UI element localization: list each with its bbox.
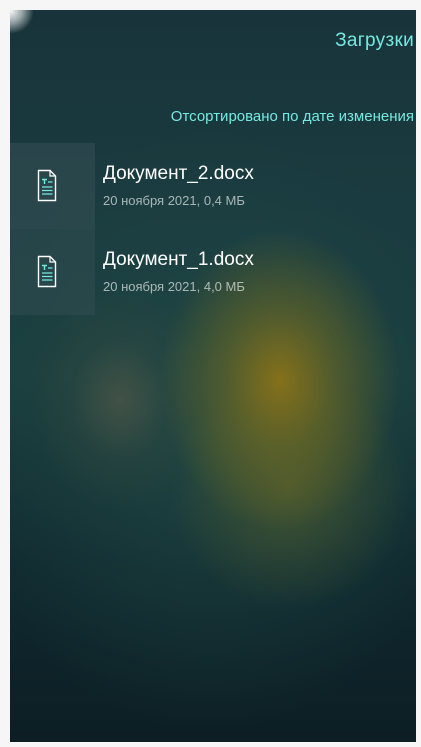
pulley-glow <box>10 10 34 34</box>
file-list: Документ_2.docx 20 ноября 2021, 0,4 МБ Д… <box>10 143 416 315</box>
file-item[interactable]: Документ_2.docx 20 ноября 2021, 0,4 МБ <box>10 143 416 229</box>
file-thumbnail <box>10 229 95 315</box>
page-title: Загрузки <box>335 30 414 51</box>
document-icon <box>37 255 57 288</box>
file-meta: 20 ноября 2021, 4,0 МБ <box>103 279 245 294</box>
file-item[interactable]: Документ_1.docx 20 ноября 2021, 4,0 МБ <box>10 229 416 315</box>
file-name: Документ_1.docx <box>103 249 254 270</box>
sort-order-label: Отсортировано по дате изменения <box>170 108 414 125</box>
document-icon <box>37 169 57 202</box>
file-thumbnail <box>10 143 95 229</box>
file-meta: 20 ноября 2021, 0,4 МБ <box>103 193 245 208</box>
screen: Загрузки Отсортировано по дате изменения… <box>10 10 416 742</box>
file-name: Документ_2.docx <box>103 163 254 184</box>
